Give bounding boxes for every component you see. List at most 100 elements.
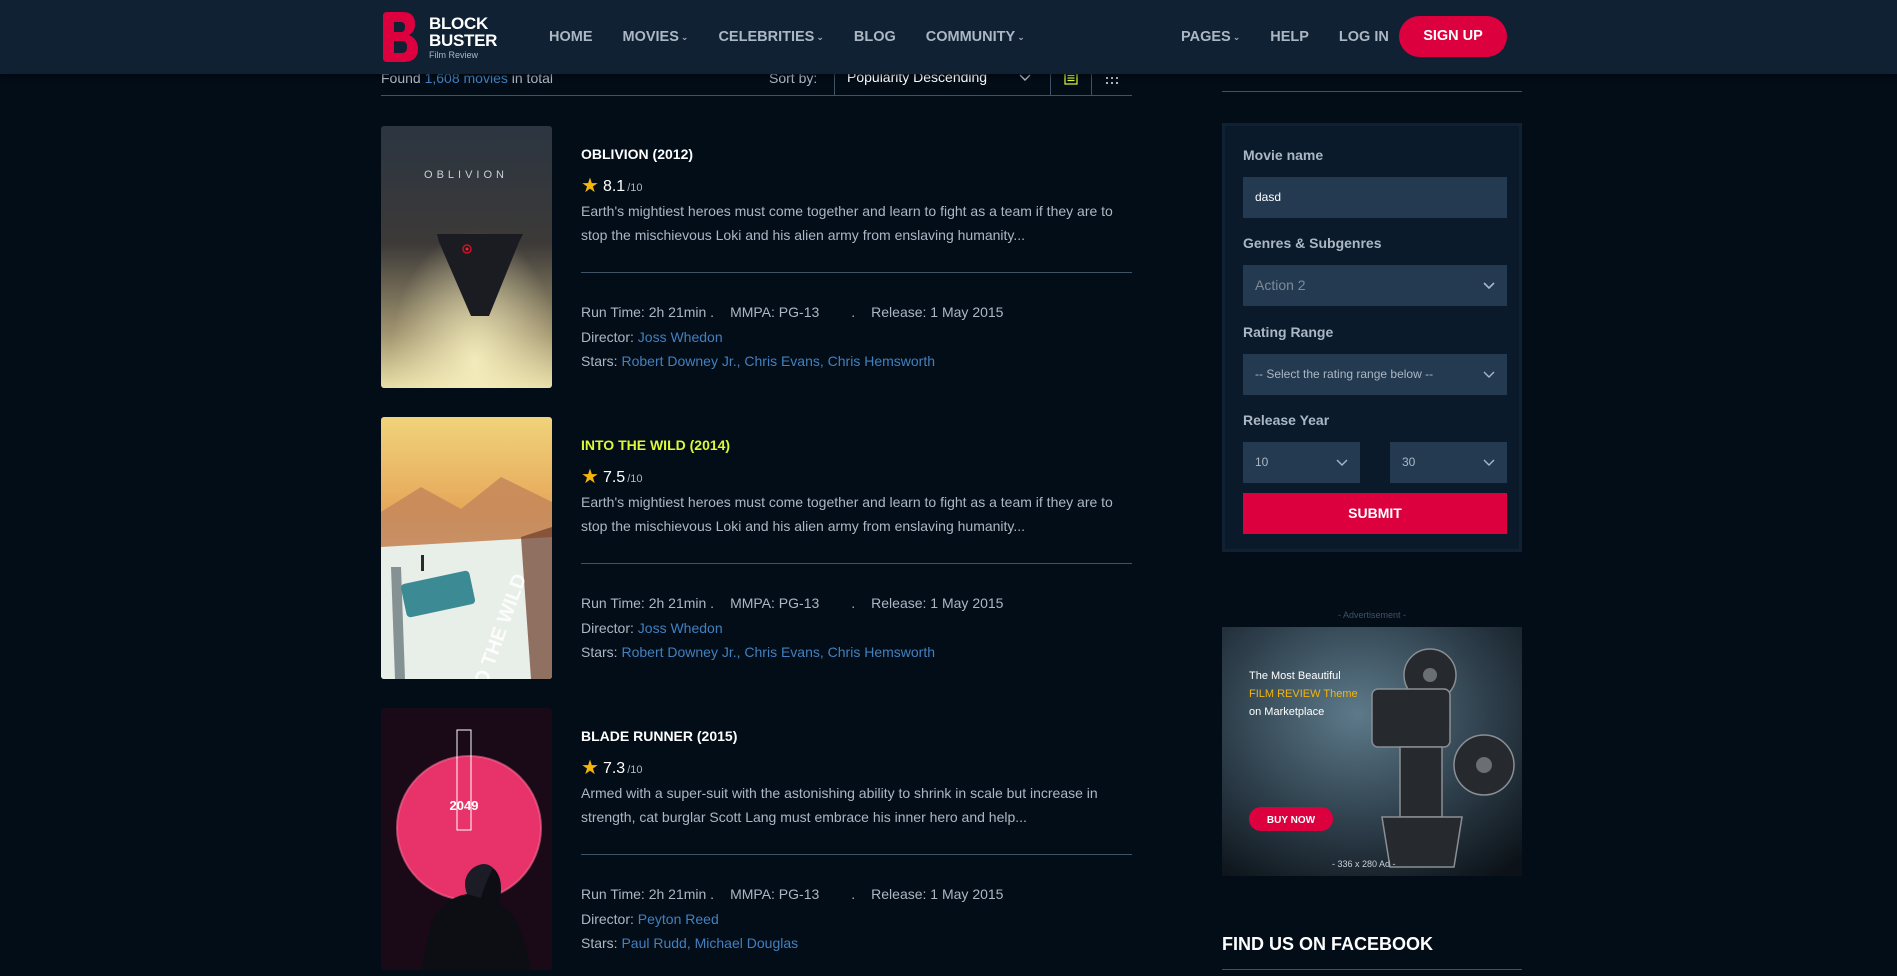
year-to-value: 30	[1402, 455, 1416, 469]
release-date: Release: 1 May 2015	[871, 595, 1004, 611]
star-icon: ★	[581, 175, 599, 197]
nav-movies-label: MOVIES	[622, 29, 679, 45]
meta-separator: .	[851, 304, 856, 320]
movie-name-label: Movie name	[1243, 147, 1324, 163]
meta-separator: .	[851, 595, 856, 611]
movie-title[interactable]: BLADE RUNNER (2015)	[581, 728, 737, 744]
divider	[581, 563, 1132, 564]
stars-label: Stars:	[581, 353, 618, 369]
nav-movies[interactable]: MOVIES ⌄	[623, 29, 689, 45]
genres-select[interactable]: Action 2	[1243, 265, 1507, 306]
chevron-down-icon	[1336, 459, 1348, 466]
logo-text-block: BLOCK	[429, 14, 488, 33]
rating-range-select[interactable]: -- Select the rating range below --	[1243, 354, 1507, 395]
release-year-to-select[interactable]: 30	[1390, 442, 1507, 483]
movie-stars: Stars: Robert Downey Jr., Chris Evans, C…	[581, 353, 935, 369]
rating-value: 7.5	[602, 469, 626, 486]
nav-login[interactable]: LOG IN	[1339, 29, 1389, 45]
run-time: Run Time: 2h 21min .	[581, 304, 715, 320]
genres-select-value: Action 2	[1255, 277, 1306, 293]
mmpa-rating: MMPA: PG-13	[730, 595, 820, 611]
director-link[interactable]: Peyton Reed	[638, 911, 719, 927]
movie-rating: ★ 7.3 /10	[581, 754, 642, 779]
stars-links[interactable]: Robert Downey Jr., Chris Evans, Chris He…	[621, 644, 935, 660]
mmpa-rating: MMPA: PG-13	[730, 886, 820, 902]
movie-search-form: Movie name dasd Genres & Subgenres Actio…	[1222, 123, 1522, 552]
movie-description: Earth's mightiest heroes must come toget…	[581, 494, 1113, 534]
stars-label: Stars:	[581, 935, 618, 951]
rating-max: /10	[627, 764, 643, 776]
advertisement-banner[interactable]: The Most Beautiful FILM REVIEW Theme on …	[1222, 627, 1522, 876]
nav-blog[interactable]: BLOG	[854, 29, 896, 45]
director-link[interactable]: Joss Whedon	[638, 620, 723, 636]
main-nav: HOME MOVIES ⌄ CELEBRITIES ⌄ BLOG COMMUNITY…	[549, 0, 1055, 74]
star-icon: ★	[581, 757, 599, 779]
signup-button[interactable]: SIGN UP	[1399, 16, 1507, 57]
ad-line2: FILM REVIEW Theme	[1249, 688, 1358, 700]
movie-title[interactable]: OBLIVION (2012)	[581, 146, 693, 162]
meta-separator: .	[851, 886, 856, 902]
chevron-down-icon	[1483, 459, 1495, 466]
movie-director: Director: Peyton Reed	[581, 911, 719, 927]
nav-home-label: HOME	[549, 29, 593, 45]
facebook-heading: FIND US ON FACEBOOK	[1222, 934, 1434, 954]
poster-image: 2049	[381, 708, 552, 970]
genres-label: Genres & Subgenres	[1243, 235, 1382, 251]
movie-rating: ★ 7.5 /10	[581, 463, 642, 488]
logo-text-buster: BUSTER	[429, 31, 498, 50]
nav-community[interactable]: COMMUNITY ⌄	[926, 29, 1025, 45]
site-logo[interactable]: BLOCK BUSTER Film Review	[381, 12, 501, 64]
director-label: Director:	[581, 329, 634, 345]
nav-help[interactable]: HELP	[1270, 29, 1309, 45]
nav-home[interactable]: HOME	[549, 29, 593, 45]
run-time: Run Time: 2h 21min .	[581, 886, 715, 902]
nav-community-label: COMMUNITY	[925, 29, 1016, 45]
stars-links[interactable]: Paul Rudd, Michael Douglas	[621, 935, 798, 951]
secondary-nav: PAGES ⌄ HELP LOG IN	[1181, 0, 1419, 74]
movie-meta: Run Time: 2h 21min . MMPA: PG-13. Release:…	[581, 304, 1003, 320]
movie-name-input[interactable]: dasd	[1243, 177, 1507, 218]
site-header: BLOCK BUSTER Film Review HOME MOVIES ⌄ CE…	[0, 0, 1897, 74]
ad-buy-now: BUY NOW	[1267, 815, 1316, 826]
movie-title[interactable]: INTO THE WILD (2014)	[581, 437, 730, 453]
ad-line3: on Marketplace	[1249, 706, 1324, 718]
stars-links[interactable]: Robert Downey Jr., Chris Evans, Chris He…	[621, 353, 935, 369]
rating-max: /10	[627, 473, 643, 485]
rating-value: 8.1	[602, 178, 626, 195]
run-time: Run Time: 2h 21min .	[581, 595, 715, 611]
advertisement-image: The Most Beautiful FILM REVIEW Theme on …	[1222, 627, 1522, 876]
submit-button[interactable]: SUBMIT	[1243, 493, 1507, 534]
chevron-down-icon: ⌄	[680, 32, 689, 42]
advertisement-label: - Advertisement -	[1337, 610, 1407, 620]
sidebar-divider	[1222, 91, 1522, 92]
movie-poster[interactable]: OBLIVION	[381, 126, 552, 388]
chevron-down-icon: ⌄	[1017, 32, 1025, 42]
year-from-value: 10	[1255, 455, 1269, 469]
ad-line1: The Most Beautiful	[1249, 670, 1341, 682]
director-link[interactable]: Joss Whedon	[638, 329, 723, 345]
divider	[581, 854, 1132, 855]
facebook-divider	[1222, 969, 1522, 970]
movie-director: Director: Joss Whedon	[581, 329, 723, 345]
chevron-down-icon: ⌄	[1232, 32, 1241, 42]
release-year-label: Release Year	[1243, 412, 1330, 428]
release-year-from-select[interactable]: 10	[1243, 442, 1360, 483]
movie-item: OBLIVION OBLIVION (2012) ★ 8.1 /10 Earth…	[381, 126, 1132, 388]
movie-poster[interactable]: 2049	[381, 708, 552, 970]
divider	[581, 272, 1132, 273]
nav-login-label: LOG IN	[1338, 29, 1389, 45]
logo-tagline: Film Review	[429, 50, 479, 60]
poster-title-text: 2049	[450, 798, 479, 813]
chevron-down-icon	[1483, 371, 1495, 378]
nav-celebrities[interactable]: CELEBRITIES ⌄	[718, 29, 823, 45]
movie-meta: Run Time: 2h 21min . MMPA: PG-13. Release:…	[581, 595, 1003, 611]
poster-image: INTO THE WILD	[381, 417, 552, 679]
rating-value: 7.3	[602, 760, 626, 777]
mmpa-rating: MMPA: PG-13	[730, 304, 820, 320]
poster-image: OBLIVION	[381, 126, 552, 388]
nav-pages[interactable]: PAGES ⌄	[1181, 29, 1240, 45]
chevron-down-icon: ⌄	[816, 32, 824, 42]
star-icon: ★	[581, 466, 599, 488]
release-date: Release: 1 May 2015	[871, 886, 1004, 902]
movie-poster[interactable]: INTO THE WILD	[381, 417, 552, 679]
